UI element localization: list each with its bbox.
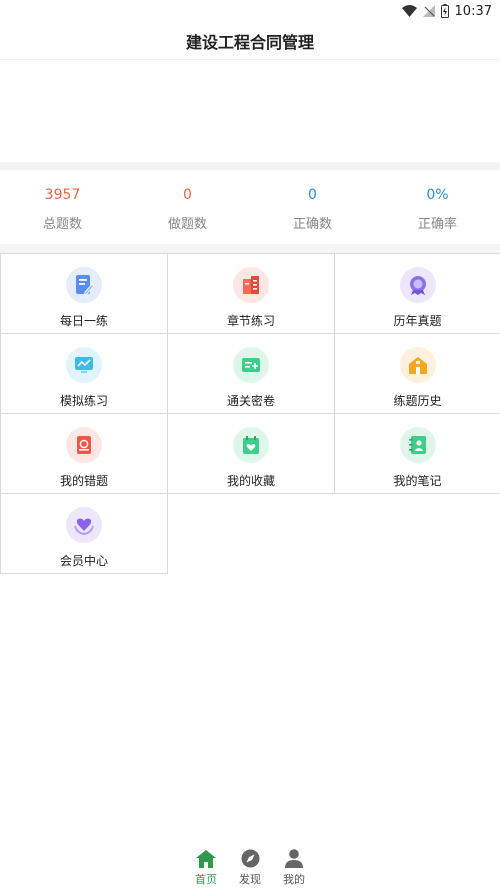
tab-label: 发现 (239, 873, 261, 886)
wrong-questions-icon (66, 427, 102, 463)
page-title: 建设工程合同管理 (185, 32, 314, 52)
menu-label: 每日一练 (59, 314, 108, 328)
menu-mock-practice[interactable]: 模拟练习 (0, 333, 168, 414)
menu-label: 模拟练习 (59, 394, 108, 408)
battery-icon (440, 4, 449, 18)
menu-daily-practice[interactable]: 每日一练 (0, 253, 168, 334)
stat-total-questions: 3957 总题数 (0, 170, 125, 244)
stat-label: 正确率 (417, 217, 457, 232)
banner-area (0, 60, 500, 162)
user-icon (285, 846, 303, 868)
stat-label: 正确数 (292, 217, 332, 232)
stat-value: 0% (426, 187, 449, 203)
compass-icon (241, 846, 260, 868)
member-center-icon (66, 507, 102, 543)
stat-correct-count: 0 正确数 (250, 170, 375, 244)
divider (0, 244, 500, 253)
menu-favorites[interactable]: 我的收藏 (167, 413, 335, 494)
stat-value: 0 (183, 187, 192, 203)
app-header: 建设工程合同管理 (0, 22, 500, 60)
notes-icon (399, 427, 436, 463)
status-bar: 10:37 (0, 0, 500, 22)
wifi-icon (401, 5, 417, 17)
tab-home[interactable]: 首页 (191, 846, 221, 888)
menu-chapter-practice[interactable]: 章节练习 (167, 253, 335, 334)
stat-label: 总题数 (42, 217, 82, 232)
stat-done-questions: 0 做题数 (125, 170, 250, 244)
menu-past-exams[interactable]: 历年真题 (334, 253, 500, 334)
tab-label: 首页 (195, 873, 217, 886)
menu-label: 章节练习 (226, 314, 275, 328)
menu-label: 我的收藏 (226, 474, 275, 488)
menu-practice-history[interactable]: 练题历史 (334, 333, 500, 414)
menu-label: 会员中心 (59, 554, 108, 568)
stats-panel: 3957 总题数 0 做题数 0 正确数 0% 正确率 (0, 170, 500, 244)
chapter-practice-icon (233, 267, 269, 303)
tab-mine[interactable]: 我的 (279, 846, 309, 888)
stat-correct-rate: 0% 正确率 (375, 170, 500, 244)
stat-value: 3957 (44, 187, 81, 203)
no-signal-icon (422, 5, 435, 17)
stat-value: 0 (308, 187, 317, 203)
feature-grid: 每日一练 章节练习 历年真题 模拟练习 通关密卷 练题历史 我的错题 我的收藏 … (0, 253, 500, 574)
menu-label: 我的错题 (59, 474, 108, 488)
home-icon (196, 846, 216, 868)
menu-member-center[interactable]: 会员中心 (0, 493, 168, 574)
menu-secret-paper[interactable]: 通关密卷 (167, 333, 335, 414)
favorites-icon (233, 427, 269, 463)
secret-paper-icon (233, 347, 269, 383)
daily-practice-icon (66, 267, 102, 303)
tab-discover[interactable]: 发现 (235, 846, 265, 888)
past-exam-icon (399, 267, 436, 303)
stat-label: 做题数 (167, 217, 207, 232)
tab-label: 我的 (283, 873, 305, 886)
menu-wrong-questions[interactable]: 我的错题 (0, 413, 168, 494)
menu-label: 历年真题 (393, 314, 442, 328)
mock-practice-icon (66, 347, 102, 383)
bottom-tab-bar: 首页 发现 我的 (0, 846, 500, 888)
menu-notes[interactable]: 我的笔记 (334, 413, 500, 494)
status-time: 10:37 (454, 3, 492, 19)
menu-label: 练题历史 (393, 394, 442, 408)
practice-history-icon (399, 347, 436, 383)
menu-label: 通关密卷 (226, 394, 275, 408)
divider (0, 162, 500, 170)
menu-label: 我的笔记 (393, 474, 442, 488)
